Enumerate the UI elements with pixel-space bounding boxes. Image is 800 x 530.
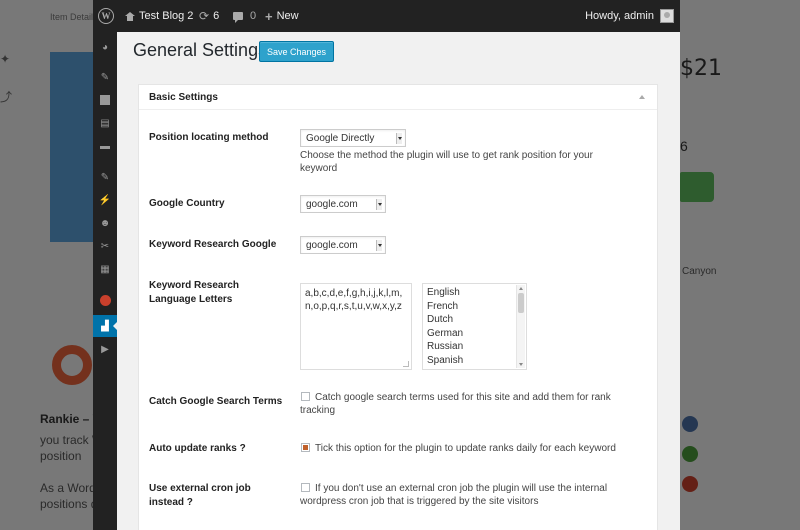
catch-terms-text: Catch google search terms used for this … [300,392,611,416]
keyword-research-google-label: Keyword Research Google [149,239,277,250]
admin-sidebar-menu: ◕ ✎ ▤ ▬ ✎ ⚡ ☻ ✂ ▦ ▟ ▶ [93,32,117,530]
tools-menu-icon[interactable]: ✂ [93,235,117,257]
media-menu-icon[interactable] [93,89,117,111]
language-option[interactable]: German [427,327,522,341]
auto-update-label: Auto update ranks ? [149,443,246,454]
language-option[interactable]: French [427,300,522,314]
pages-menu-icon[interactable]: ▤ [93,112,117,134]
google-country-value: google.com [306,198,358,210]
basic-settings-header[interactable]: Basic Settings [139,85,657,110]
language-option[interactable]: Russian [427,340,522,354]
language-letters-label: Keyword Research Language Letters [149,280,240,305]
catch-terms-checkbox[interactable] [301,392,310,401]
rankie-menu-icon[interactable]: ▟ [93,315,117,337]
keyword-research-google-select[interactable]: google.com [300,236,386,254]
google-country-select[interactable]: google.com [300,195,386,213]
auto-update-checkbox[interactable] [301,443,310,452]
wordpress-logo-button[interactable]: W [98,0,116,32]
external-cron-field: If you don't use an external cron job th… [300,482,640,508]
updates-link[interactable]: ⟳ 6 [199,0,219,32]
updates-count: 6 [213,10,220,22]
resize-handle-icon[interactable] [403,361,409,367]
external-cron-checkbox[interactable] [301,483,310,492]
language-letters-textarea[interactable]: a,b,c,d,e,f,g,h,i,j,k,l,m,n,o,p,q,r,s,t,… [300,283,412,370]
scroll-down-icon[interactable] [519,363,523,366]
plus-icon: + [265,8,273,24]
position-method-value: Google Directly [306,132,375,144]
keyword-research-google-value: google.com [306,239,358,251]
language-option[interactable]: Spanish [427,354,522,368]
updates-icon: ⟳ [199,9,210,23]
comments-count: 0 [250,10,257,22]
home-icon [125,11,135,21]
language-option[interactable]: English [427,286,522,300]
settings-menu-icon[interactable]: ▦ [93,258,117,280]
users-menu-icon[interactable]: ☻ [93,212,117,234]
google-country-field: google.com [300,195,386,213]
plugins-menu-icon[interactable]: ⚡ [93,189,117,211]
language-letters-value: a,b,c,d,e,f,g,h,i,j,k,l,m,n,o,p,q,r,s,t,… [305,288,403,312]
save-changes-button[interactable]: Save Changes [259,41,335,62]
external-cron-text: If you don't use an external cron job th… [300,483,608,507]
position-method-select[interactable]: Google Directly [300,129,406,147]
site-name-link[interactable]: Test Blog 2 [125,0,193,32]
site-name-label: Test Blog 2 [139,10,194,22]
play-menu-icon[interactable]: ▶ [93,338,117,360]
auto-update-field: Tick this option for the plugin to updat… [300,442,640,455]
catch-terms-field: Catch google search terms used for this … [300,391,640,417]
comments-link[interactable]: 0 [233,0,256,32]
language-listbox[interactable]: English French Dutch German Russian Span… [422,283,527,370]
auto-update-text: Tick this option for the plugin to updat… [315,443,616,454]
posts-menu-icon[interactable]: ✎ [93,66,117,88]
avatar [660,9,674,23]
new-label: New [276,10,299,22]
collapse-arrow-icon[interactable] [639,95,645,99]
scroll-thumb[interactable] [518,293,524,313]
keyword-research-google-field: google.com [300,236,386,254]
section-title: Basic Settings [149,91,218,103]
basic-settings-box: Basic Settings Position locating method … [138,84,658,530]
scroll-up-icon[interactable] [519,287,523,290]
appearance-menu-icon[interactable]: ✎ [93,166,117,188]
wordpress-logo-icon: W [98,8,114,24]
chevron-down-icon [396,133,402,144]
howdy-label: Howdy, admin [585,10,654,22]
comment-icon [233,12,243,23]
settings-modal: W Test Blog 2 ⟳ 6 0 + New Howdy, admin ◕… [93,0,680,530]
pinterest-menu-icon[interactable] [93,289,117,311]
position-method-field: Google Directly Choose the method the pl… [300,129,630,175]
admin-bar: W Test Blog 2 ⟳ 6 0 + New Howdy, admin [93,0,680,32]
catch-terms-label: Catch Google Search Terms [149,396,283,407]
page-title: General Settings [133,40,268,60]
chevron-down-icon [376,240,382,251]
comments-menu-icon[interactable]: ▬ [93,135,117,157]
new-content-link[interactable]: + New [265,0,299,32]
google-country-label: Google Country [149,198,225,209]
position-method-description: Choose the method the plugin will use to… [300,150,593,174]
chevron-down-icon [376,199,382,210]
external-cron-label: Use external cron job instead ? [149,483,251,508]
language-option[interactable]: Dutch [427,313,522,327]
account-menu[interactable]: Howdy, admin [585,0,674,32]
dashboard-menu-icon[interactable]: ◕ [93,36,117,58]
position-method-label: Position locating method [149,132,269,143]
listbox-scrollbar[interactable] [516,285,525,368]
